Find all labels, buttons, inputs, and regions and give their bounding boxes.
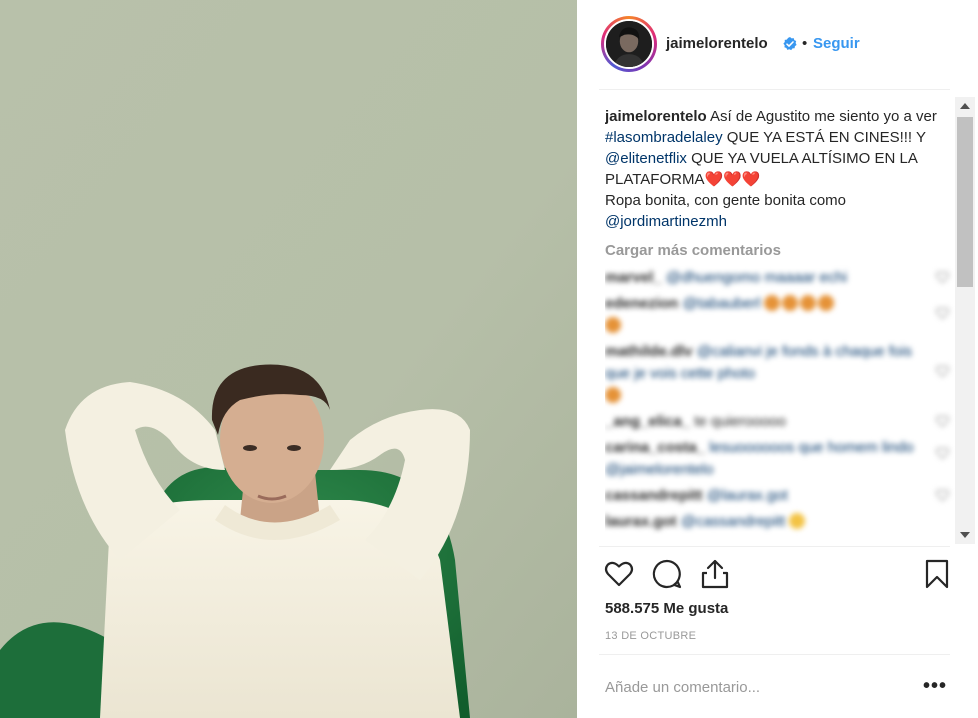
comment-text: @cassandrepitt [680, 513, 786, 530]
likes-count[interactable]: 588.575 Me gusta [605, 600, 728, 617]
comment-item: carina_costa_ lesuoooooos que homem lind… [605, 437, 955, 481]
comment-item: marvel_ @dhuengomo maaaar echi [605, 267, 955, 289]
comment-username[interactable]: mathilde.dlv [605, 343, 693, 360]
avatar-image [606, 21, 652, 67]
heart-outline-icon[interactable] [603, 558, 635, 590]
verified-badge-icon [783, 37, 797, 51]
post-date[interactable]: 13 DE OCTUBRE [605, 630, 696, 642]
comment-username[interactable]: cassandrepitt [605, 487, 703, 504]
post-details-panel: jaimelorentelo • Seguir jaimelorentelo A… [577, 0, 978, 718]
header-divider [599, 89, 950, 90]
emoji-icon [605, 387, 621, 403]
caption-hearts: ❤️❤️❤️ [704, 171, 761, 188]
comment-item: mathilde.dlv @calianvi je fonds à chaque… [605, 341, 955, 407]
caption-username[interactable]: jaimelorentelo [605, 108, 707, 125]
emoji-icon [764, 295, 781, 311]
speech-bubble-icon[interactable] [651, 558, 683, 590]
caption-text-2: QUE YA ESTÁ EN CINES!!! Y [722, 129, 926, 146]
comment-username[interactable]: edenezion [605, 295, 678, 312]
emoji-icon [789, 513, 806, 529]
comment-like-icon[interactable] [936, 365, 949, 377]
comment-text: te quierooooo [694, 413, 786, 430]
post-author-username[interactable]: jaimelorentelo [666, 35, 768, 52]
caption-mention-jordimartinezmh[interactable]: @jordimartinezmh [605, 213, 727, 230]
comment-username[interactable]: carina_costa_ [605, 439, 705, 456]
post-photo[interactable] [0, 0, 577, 718]
load-more-comments-button[interactable]: Cargar más comentarios [605, 240, 955, 261]
comment-username[interactable]: _ang_elica_ [605, 413, 690, 430]
actions-divider [599, 546, 950, 547]
post-caption: jaimelorentelo Así de Agustito me siento… [605, 106, 955, 232]
comment-text: @dhuengomo maaaar echi [665, 269, 848, 286]
follow-button[interactable]: Seguir [813, 35, 860, 52]
comment-text: @laurax.got [706, 487, 788, 504]
more-options-button[interactable]: ••• [923, 676, 947, 696]
comment-thread: marvel_ @dhuengomo maaaar echi edenezion… [605, 267, 955, 533]
comment-like-icon[interactable] [936, 307, 949, 319]
scroll-down-arrow-icon[interactable] [960, 532, 970, 538]
comment-box-divider [599, 654, 950, 655]
emoji-icon [800, 295, 817, 311]
comment-like-icon[interactable] [936, 489, 949, 501]
comment-item: laurax.got @cassandrepitt [605, 511, 955, 533]
emoji-icon [782, 295, 799, 311]
comment-like-icon[interactable] [936, 271, 949, 283]
comment-text: @tabauberl [682, 295, 761, 312]
add-comment-input[interactable] [605, 676, 905, 698]
bookmark-icon[interactable] [921, 558, 953, 590]
post-actions [603, 558, 953, 590]
emoji-icon [605, 317, 621, 333]
comment-item: cassandrepitt @laurax.got [605, 485, 955, 507]
post-photo-illustration [0, 0, 577, 718]
scroll-up-arrow-icon[interactable] [960, 103, 970, 109]
comment-item: edenezion @tabauberl [605, 293, 955, 337]
separator-dot: • [802, 35, 808, 52]
post-header: jaimelorentelo • Seguir [577, 0, 978, 90]
emoji-icon [818, 295, 835, 311]
avatar[interactable] [604, 19, 654, 69]
caption-text-4: Ropa bonita, con gente bonita como [605, 192, 847, 209]
comment-like-icon[interactable] [936, 447, 949, 459]
comments-scrollbar[interactable] [955, 97, 975, 544]
scrollbar-thumb[interactable] [957, 117, 973, 287]
comment-username[interactable]: marvel_ [605, 269, 662, 286]
comment-item: _ang_elica_ te quierooooo [605, 411, 955, 433]
caption-mention-elitenetflix[interactable]: @elitenetflix [605, 150, 687, 167]
caption-hashtag[interactable]: #lasombradelaley [605, 129, 723, 146]
share-upload-icon[interactable] [699, 558, 731, 590]
comment-like-icon[interactable] [936, 415, 949, 427]
caption-text-1: Así de Agustito me siento yo a ver [706, 108, 937, 125]
comment-username[interactable]: laurax.got [605, 513, 677, 530]
comments-list[interactable]: jaimelorentelo Así de Agustito me siento… [605, 106, 955, 546]
story-ring[interactable] [601, 16, 657, 72]
